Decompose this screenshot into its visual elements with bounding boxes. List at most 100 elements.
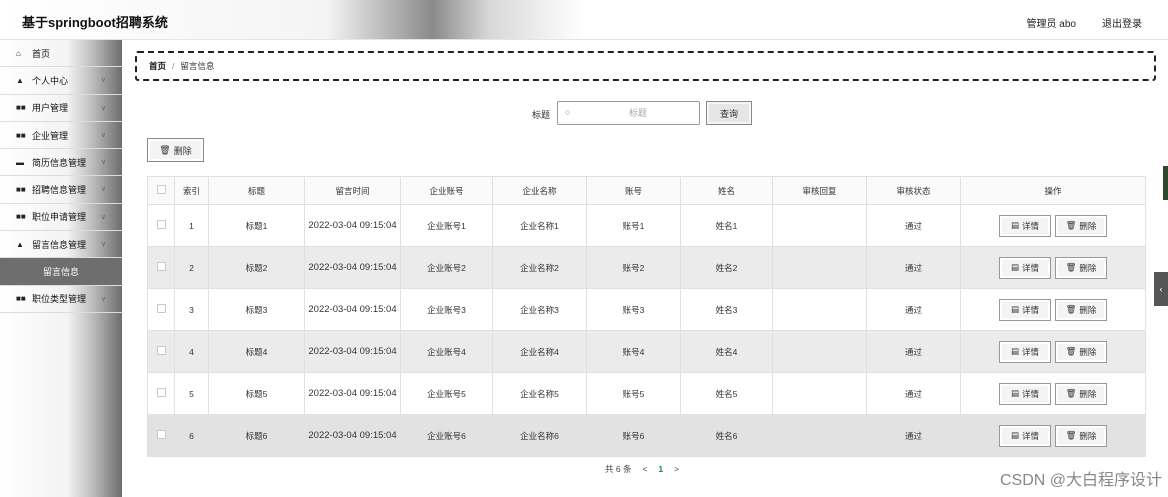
pagination-current-page[interactable]: 1 [658, 464, 663, 474]
cell-time: 2022-03-04 09:15:04 [304, 330, 401, 373]
row-checkbox[interactable] [156, 220, 166, 229]
column-header: 审核回复 [772, 176, 867, 205]
cell-text: 企业名称6 [520, 430, 559, 441]
logout-link[interactable]: 退出登录 [1102, 15, 1142, 30]
detail-button[interactable]: ▤ 详情 [999, 424, 1051, 447]
cell-time: 2022-03-04 09:15:04 [304, 246, 401, 289]
row-delete-button[interactable]: 🗑︎ 删除 [1055, 298, 1107, 321]
user-icon: ▲ [16, 239, 24, 249]
search-input[interactable] [578, 104, 698, 122]
cell-reply [772, 330, 867, 373]
cell-title: 标题1 [208, 204, 305, 247]
cell-text: 企业账号6 [427, 430, 466, 441]
chevron-down-icon: ∨ [100, 104, 106, 112]
cell-text: 标题5 [245, 388, 268, 399]
bulk-delete-button[interactable]: 🗑︎ 删除 [147, 138, 204, 162]
cell-corp-acct: 企业账号4 [400, 330, 493, 373]
row-checkbox[interactable] [156, 262, 166, 271]
sidebar-item-user-management[interactable]: ■■ 用户管理 ∨ [0, 95, 122, 122]
table-row: 3 标题3 2022-03-04 09:15:04 企业账号3 企业名称3 账号3 姓名3 通… [147, 288, 1146, 331]
row-checkbox[interactable] [156, 430, 166, 439]
detail-button[interactable]: ▤ 详情 [999, 340, 1051, 363]
cell-text: 账号4 [622, 346, 645, 357]
document-icon: ▤ [1010, 304, 1019, 314]
sidebar-subitem-messages[interactable]: 留言信息 [0, 258, 122, 286]
search-field[interactable]: ○ [557, 101, 700, 125]
detail-button[interactable]: ▤ 详情 [999, 256, 1051, 279]
cell-title: 标题3 [208, 288, 305, 331]
collapse-panel-tab[interactable]: ‹ [1154, 272, 1168, 306]
cell-acct: 账号5 [586, 372, 681, 415]
breadcrumb-home[interactable]: 首页 [149, 60, 166, 72]
sidebar-item-recruitment-management[interactable]: ■■ 招聘信息管理 ∨ [0, 176, 122, 204]
cell-text: 通过 [904, 304, 922, 315]
sidebar-item-company-management[interactable]: ■■ 企业管理 ∨ [0, 122, 122, 150]
sidebar-item-message-management[interactable]: ▲ 留言信息管理 ∨ [0, 231, 122, 259]
cell-text: 2 [189, 262, 194, 273]
cell-reply [772, 204, 867, 247]
cell-name: 姓名5 [680, 372, 773, 415]
cell-corp-acct: 企业账号3 [400, 288, 493, 331]
sidebar-item-application-management[interactable]: ■■ 职位申请管理 ∨ [0, 204, 122, 232]
cell-corp-name: 企业名称6 [492, 414, 587, 457]
cell-text: 标题1 [245, 220, 268, 231]
sidebar-item-personal-center[interactable]: ▲ 个人中心 ∨ [0, 67, 122, 95]
cell-reply [772, 372, 867, 415]
search-button[interactable]: 查询 [706, 101, 752, 125]
sidebar-item-label: 简历信息管理 [32, 157, 87, 168]
trash-icon: 🗑︎ [1065, 388, 1077, 398]
cell-text: 2022-03-04 09:15:04 [308, 388, 397, 399]
cell-text: 姓名1 [715, 220, 738, 231]
cell-reply [772, 414, 867, 457]
message-table: 索引 标题 留言时间 企业账号 企业名称 账号 姓名 审核回复 审核状态 操作 … [147, 176, 1146, 457]
row-delete-button[interactable]: 🗑︎ 删除 [1055, 214, 1107, 237]
cell-actions: ▤ 详情 🗑︎ 删除 [960, 330, 1146, 373]
cell-acct: 账号3 [586, 288, 681, 331]
detail-button[interactable]: ▤ 详情 [999, 214, 1051, 237]
grid-icon: ■■ [16, 185, 26, 195]
cell-text: 企业名称5 [520, 388, 559, 399]
row-checkbox[interactable] [156, 388, 166, 397]
cell-time: 2022-03-04 09:15:04 [304, 204, 401, 247]
pagination-total: 共 6 条 [605, 464, 632, 474]
column-header: 企业名称 [492, 176, 587, 205]
row-checkbox[interactable] [156, 346, 166, 355]
cell-text: 姓名5 [715, 388, 738, 399]
cell-actions: ▤ 详情 🗑︎ 删除 [960, 288, 1146, 331]
delete-label: 删除 [1079, 346, 1097, 357]
cell-text: 2022-03-04 09:15:04 [308, 346, 397, 357]
cell-acct: 账号1 [586, 204, 681, 247]
row-delete-button[interactable]: 🗑︎ 删除 [1055, 256, 1107, 279]
detail-button[interactable]: ▤ 详情 [999, 298, 1051, 321]
sidebar-item-label: 留言信息管理 [32, 239, 87, 250]
cell-text: 2022-03-04 09:15:04 [308, 220, 397, 231]
trash-icon: 🗑︎ [1065, 346, 1077, 356]
cell-text: 3 [189, 304, 194, 315]
cell-corp-name: 企业名称3 [492, 288, 587, 331]
row-select-cell [147, 246, 175, 289]
sidebar-item-home[interactable]: ⌂ 首页 [0, 40, 122, 68]
cell-text: 企业账号5 [427, 388, 466, 399]
row-delete-button[interactable]: 🗑︎ 删除 [1055, 424, 1107, 447]
sidebar-item-resume-management[interactable]: ▬ 简历信息管理 ∨ [0, 149, 122, 177]
cell-idx: 4 [174, 330, 209, 373]
pagination-next[interactable]: > [674, 464, 679, 474]
row-delete-button[interactable]: 🗑︎ 删除 [1055, 340, 1107, 363]
cell-text: 账号1 [622, 220, 645, 231]
sidebar-item-job-type-management[interactable]: ■■ 职位类型管理 ∨ [0, 286, 122, 313]
cell-text: 企业名称1 [520, 220, 559, 231]
cell-text: 标题2 [245, 262, 268, 273]
row-delete-button[interactable]: 🗑︎ 删除 [1055, 382, 1107, 405]
select-all-checkbox[interactable] [156, 185, 166, 194]
cell-idx: 2 [174, 246, 209, 289]
delete-label: 删除 [1079, 304, 1097, 315]
cell-text: 姓名6 [715, 430, 738, 441]
document-icon: ▤ [1010, 220, 1019, 230]
row-checkbox[interactable] [156, 304, 166, 313]
pagination-prev[interactable]: < [642, 464, 647, 474]
cell-text: 通过 [904, 430, 922, 441]
cell-text: 账号6 [622, 430, 645, 441]
delete-label: 删除 [1079, 430, 1097, 441]
detail-button[interactable]: ▤ 详情 [999, 382, 1051, 405]
chevron-down-icon: ∨ [100, 131, 106, 139]
